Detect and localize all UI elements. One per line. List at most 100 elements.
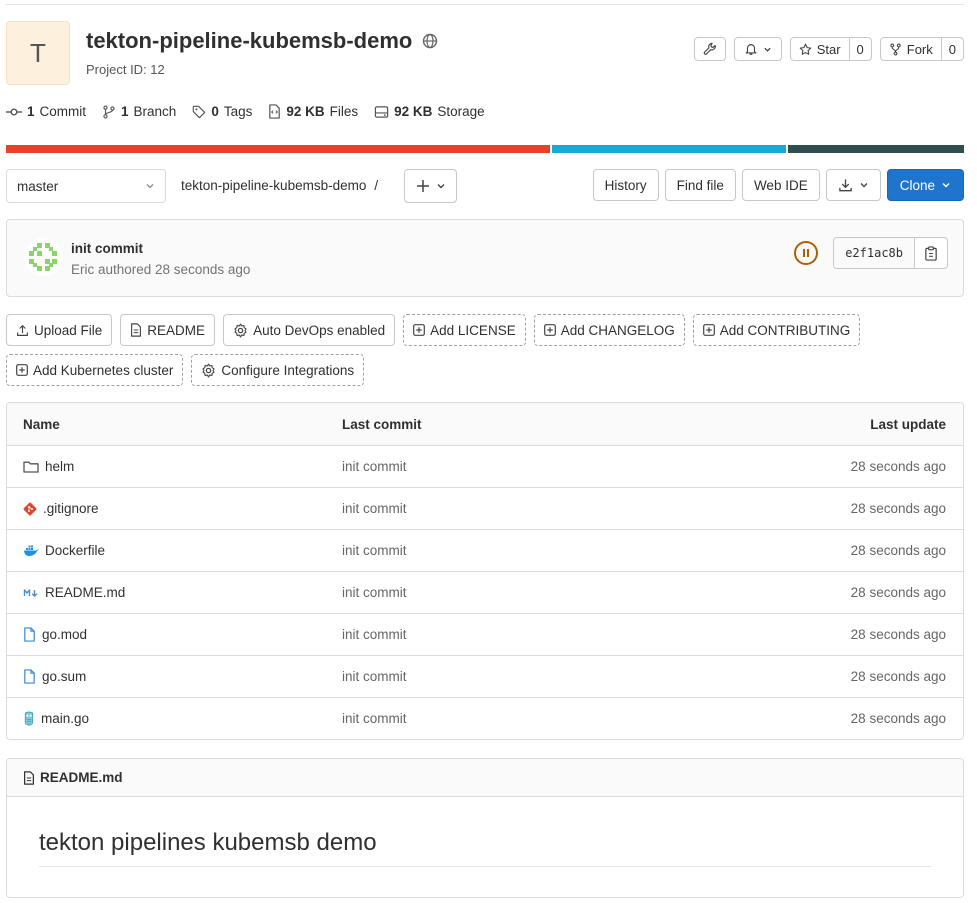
language-segment[interactable]: [551, 145, 786, 153]
fork-button[interactable]: Fork 0: [879, 37, 964, 61]
stat-commits[interactable]: 1 Commit: [6, 104, 86, 119]
file-commit[interactable]: init commit: [325, 585, 645, 600]
breadcrumb-repo[interactable]: tekton-pipeline-kubemsb-demo: [181, 178, 366, 193]
user-avatar[interactable]: [24, 238, 62, 276]
chevron-down-icon: [436, 181, 446, 191]
commit-title[interactable]: init commit: [71, 241, 143, 256]
chevron-down-icon: [859, 180, 869, 190]
project-stats: 1 Commit 1 Branch 0 Tags 92 KB Files 92 KB St…: [6, 104, 485, 119]
fork-count[interactable]: 0: [942, 38, 963, 60]
star-count[interactable]: 0: [850, 38, 871, 60]
auto-devops-button[interactable]: Auto DevOps enabled: [223, 314, 396, 346]
folder-icon: [23, 460, 39, 474]
stat-files[interactable]: 92 KB Files: [268, 104, 358, 119]
add-to-tree-dropdown[interactable]: [404, 169, 457, 203]
configure-integrations-button[interactable]: Configure Integrations: [191, 354, 365, 386]
chevron-down-icon: [145, 181, 155, 191]
file-commit[interactable]: init commit: [325, 501, 645, 516]
table-header: Name Last commit Last update: [7, 403, 963, 445]
stat-tags[interactable]: 0 Tags: [192, 104, 252, 119]
stat-branches[interactable]: 1 Branch: [102, 104, 176, 119]
fork-label: Fork: [906, 41, 933, 57]
table-row[interactable]: main.go init commit 28 seconds ago: [7, 697, 963, 739]
document-icon: [130, 323, 142, 337]
wrench-icon: [703, 42, 717, 56]
plus-square-icon: [413, 324, 426, 336]
settings-button[interactable]: [693, 37, 726, 61]
markdown-icon: [23, 587, 39, 599]
commit-sha[interactable]: e2f1ac8b: [834, 238, 915, 268]
language-segment[interactable]: [6, 145, 550, 153]
storage-icon: [374, 105, 389, 119]
file-commit[interactable]: init commit: [325, 669, 645, 684]
readme-panel: README.md tekton pipelines kubemsb demo: [6, 758, 964, 898]
project-name[interactable]: tekton-pipeline-kubemsb-demo: [86, 28, 412, 54]
top-divider: [6, 4, 964, 5]
file-name[interactable]: Dockerfile: [45, 543, 105, 558]
history-button[interactable]: History: [592, 169, 659, 201]
clone-label: Clone: [899, 177, 935, 193]
plus-square-icon: [16, 364, 28, 376]
file-name[interactable]: main.go: [41, 711, 89, 726]
quick-actions-row-1: Upload File README Auto DevOps enabled A…: [6, 314, 861, 346]
branch-selector[interactable]: master: [6, 169, 166, 203]
table-row[interactable]: Dockerfile init commit 28 seconds ago: [7, 529, 963, 571]
project-title: tekton-pipeline-kubemsb-demo: [86, 28, 438, 54]
star-label: Star: [816, 41, 841, 57]
file-updated: 28 seconds ago: [850, 459, 946, 474]
gear-icon: [233, 323, 248, 338]
add-contributing-button[interactable]: Add CONTRIBUTING: [692, 314, 861, 346]
file-name[interactable]: .gitignore: [43, 501, 99, 516]
plus-square-icon: [702, 324, 715, 336]
language-bar[interactable]: [6, 145, 964, 153]
quick-actions-row-2: Add Kubernetes cluster Configure Integra…: [6, 354, 365, 386]
commit-sha-group: e2f1ac8b: [833, 237, 948, 269]
table-row[interactable]: .gitignore init commit 28 seconds ago: [7, 487, 963, 529]
web-ide-button[interactable]: Web IDE: [741, 169, 820, 201]
breadcrumb-separator: /: [374, 178, 379, 193]
branch-name: master: [17, 178, 59, 194]
file-updated: 28 seconds ago: [850, 627, 946, 642]
file-commit[interactable]: init commit: [325, 711, 645, 726]
clipboard-icon: [924, 245, 938, 261]
file-commit[interactable]: init commit: [325, 543, 645, 558]
download-dropdown[interactable]: [825, 169, 881, 201]
stat-storage[interactable]: 92 KB Storage: [374, 104, 485, 119]
readme-heading: tekton pipelines kubemsb demo: [39, 829, 377, 856]
file-name[interactable]: go.mod: [42, 627, 87, 642]
file-name[interactable]: go.sum: [42, 669, 86, 684]
file-name[interactable]: README.md: [45, 585, 125, 600]
file-name[interactable]: helm: [45, 459, 74, 474]
star-button[interactable]: Star 0: [789, 37, 872, 61]
language-segment[interactable]: [787, 145, 964, 153]
file-updated: 28 seconds ago: [850, 543, 946, 558]
readme-filename[interactable]: README.md: [40, 770, 123, 785]
pipeline-paused-icon[interactable]: [794, 241, 818, 265]
commit-icon: [6, 105, 22, 119]
go-icon: [23, 711, 35, 726]
branch-icon: [102, 104, 116, 119]
add-kubernetes-cluster-button[interactable]: Add Kubernetes cluster: [6, 354, 184, 386]
copy-sha-button[interactable]: [915, 238, 947, 268]
table-row[interactable]: go.mod init commit 28 seconds ago: [7, 613, 963, 655]
file-commit[interactable]: init commit: [325, 627, 645, 642]
file-tree-table: Name Last commit Last update helm init c…: [6, 402, 964, 740]
upload-file-button[interactable]: Upload File: [6, 314, 113, 346]
find-file-button[interactable]: Find file: [664, 169, 736, 201]
commit-meta: Eric authored 28 seconds ago: [71, 262, 251, 277]
download-icon: [838, 178, 853, 193]
clone-dropdown[interactable]: Clone: [886, 169, 964, 201]
plus-square-icon: [543, 324, 556, 336]
add-changelog-button[interactable]: Add CHANGELOG: [533, 314, 685, 346]
header-actions: Star 0 Fork 0: [693, 37, 964, 61]
file-commit[interactable]: init commit: [325, 459, 645, 474]
add-license-button[interactable]: Add LICENSE: [403, 314, 526, 346]
table-row[interactable]: go.sum init commit 28 seconds ago: [7, 655, 963, 697]
table-row[interactable]: README.md init commit 28 seconds ago: [7, 571, 963, 613]
notification-dropdown[interactable]: [733, 37, 782, 61]
tag-icon: [192, 105, 206, 119]
readme-header: README.md: [7, 759, 963, 797]
table-row[interactable]: helm init commit 28 seconds ago: [7, 445, 963, 487]
globe-icon: [422, 33, 438, 49]
readme-button[interactable]: README: [120, 314, 216, 346]
